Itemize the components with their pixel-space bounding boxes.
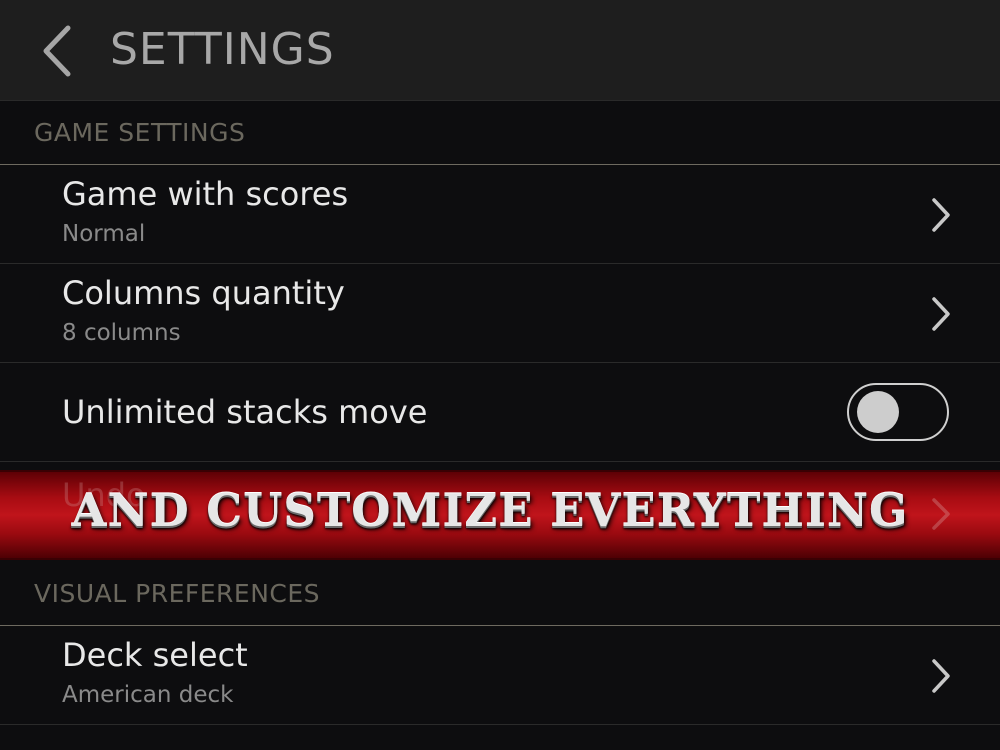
setting-title: Game with scores bbox=[62, 175, 349, 213]
setting-title: Deck select bbox=[62, 636, 248, 674]
chevron-right-icon bbox=[932, 198, 950, 232]
setting-value: American deck bbox=[62, 682, 234, 708]
section-header-label: GAME SETTINGS bbox=[34, 118, 246, 147]
setting-row-columns-quantity[interactable]: Columns quantity 8 columns bbox=[0, 264, 1000, 363]
setting-row-deck-select[interactable]: Deck select American deck bbox=[0, 626, 1000, 725]
chevron-right-icon bbox=[932, 297, 950, 331]
section-header-game-settings: GAME SETTINGS bbox=[0, 102, 1000, 165]
section-header-label: VISUAL PREFERENCES bbox=[34, 579, 321, 608]
setting-row-unlimited-stacks-move: Unlimited stacks move bbox=[0, 363, 1000, 462]
section-header-visual-preferences: VISUAL PREFERENCES bbox=[0, 563, 1000, 626]
toggle-knob bbox=[857, 391, 899, 433]
promo-banner-text: AND CUSTOMIZE EVERYTHING bbox=[71, 484, 909, 537]
promo-banner: Undo AND CUSTOMIZE EVERYTHING bbox=[0, 470, 1000, 560]
unlimited-stacks-toggle[interactable] bbox=[847, 383, 949, 441]
chevron-right-icon bbox=[932, 659, 950, 693]
setting-title: Columns quantity bbox=[62, 274, 345, 312]
setting-value: 8 columns bbox=[62, 320, 181, 346]
page-title: SETTINGS bbox=[110, 24, 335, 75]
setting-title: Unlimited stacks move bbox=[62, 393, 428, 431]
chevron-left-icon[interactable] bbox=[34, 22, 82, 80]
setting-row-game-with-scores[interactable]: Game with scores Normal bbox=[0, 165, 1000, 264]
setting-value: Normal bbox=[62, 221, 146, 247]
top-app-bar: SETTINGS bbox=[0, 0, 1000, 101]
